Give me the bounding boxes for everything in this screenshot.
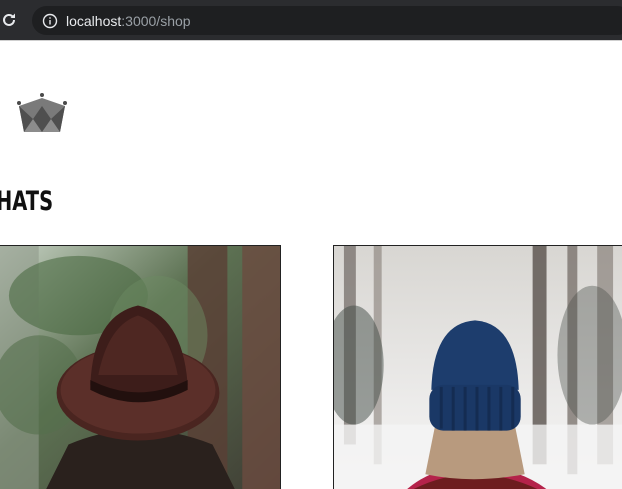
reload-button[interactable] (0, 8, 22, 32)
chrome-divider (0, 40, 622, 41)
url-host: localhost (66, 12, 122, 29)
section-title[interactable]: HATS (0, 184, 53, 220)
browser-toolbar: localhost:3000/shop (0, 0, 622, 40)
product-card[interactable] (333, 245, 622, 489)
reload-icon (3, 13, 15, 26)
crown-icon (17, 93, 67, 132)
product-image (334, 246, 622, 489)
info-icon[interactable] (42, 13, 58, 29)
address-bar[interactable]: localhost:3000/shop (32, 6, 622, 35)
logo-link[interactable] (16, 92, 68, 134)
url-path: :3000/shop (121, 12, 191, 29)
url-text: localhost:3000/shop (66, 13, 191, 29)
product-card[interactable] (0, 245, 281, 489)
product-image (0, 246, 280, 489)
